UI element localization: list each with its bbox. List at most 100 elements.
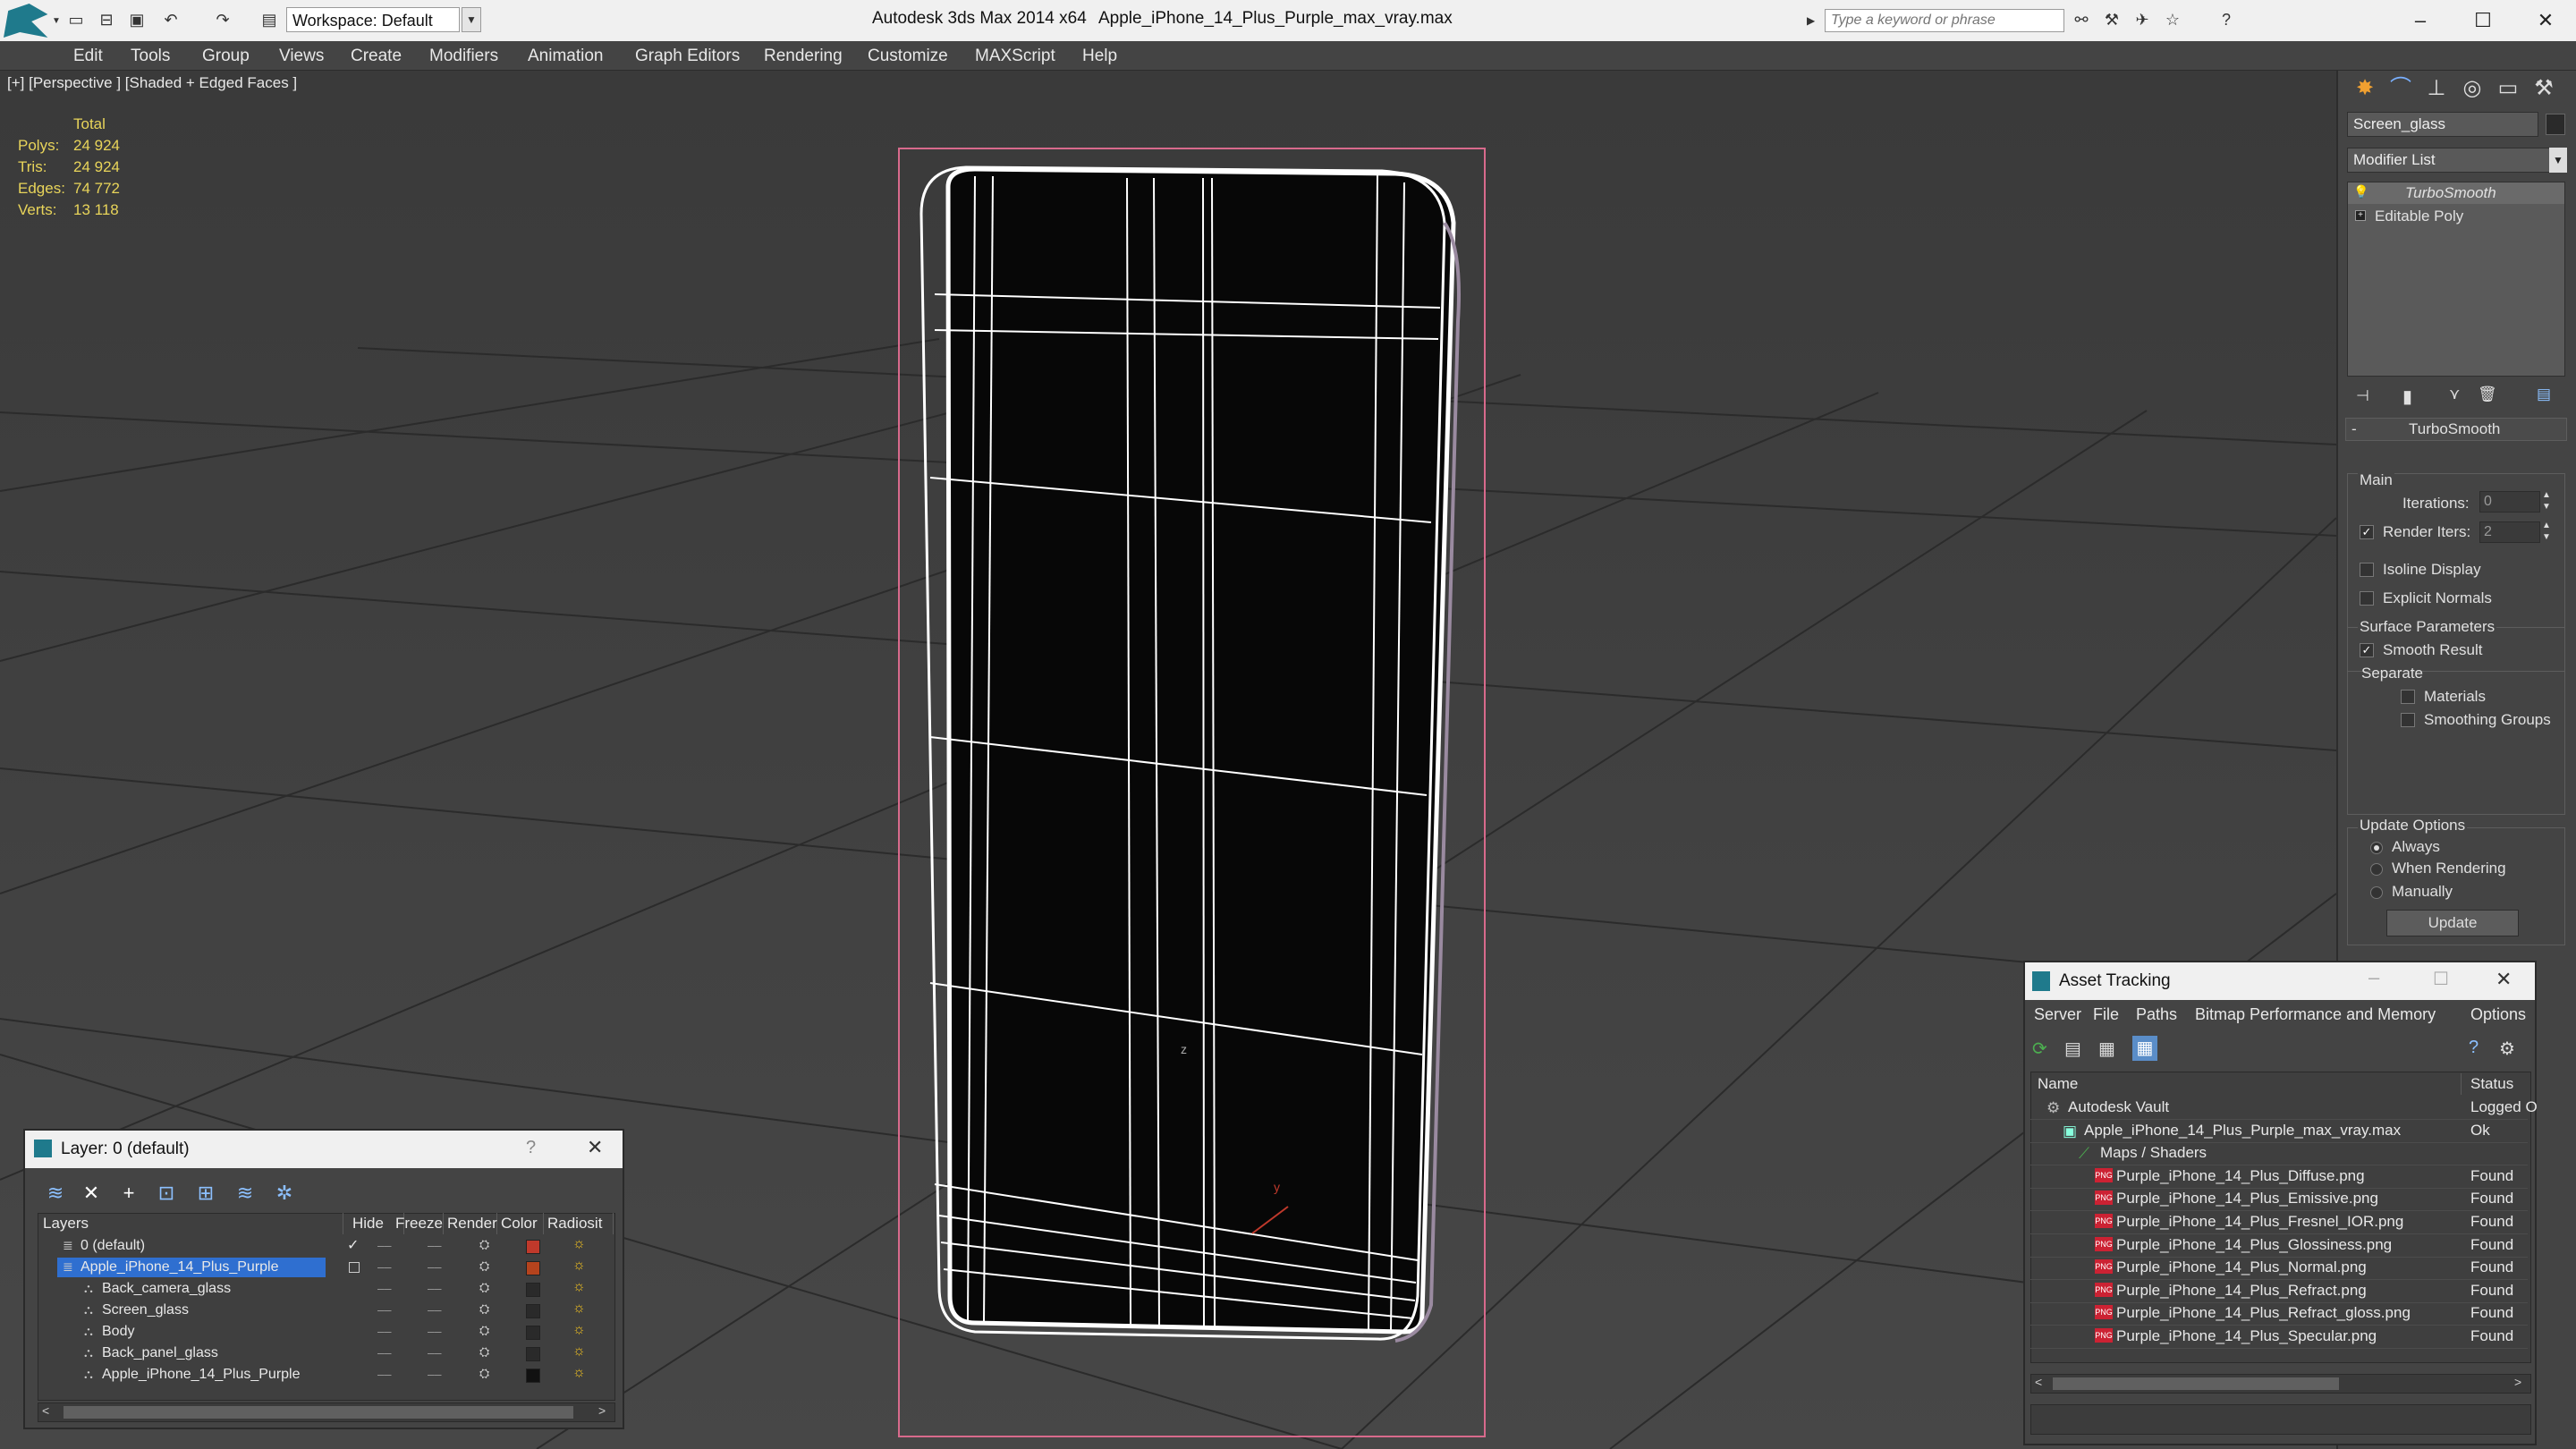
open-file-icon[interactable]: ⊟ [97, 10, 116, 30]
scroll-right-icon[interactable]: > [598, 1403, 606, 1418]
motion-tab-icon[interactable]: ◎ [2456, 72, 2488, 105]
menu-animation[interactable]: Animation [528, 47, 604, 66]
make-unique-icon[interactable]: ⋎ [2449, 386, 2460, 403]
modify-tab-icon[interactable]: ⌒ [2385, 72, 2417, 105]
stack-item-turbosmooth[interactable]: 💡 TurboSmooth [2348, 182, 2564, 204]
object-name-field[interactable]: Screen_glass [2347, 112, 2538, 137]
search-expand-icon[interactable]: ▶ [1807, 11, 1821, 30]
add-to-layer-icon[interactable]: + [116, 1181, 141, 1206]
col-render[interactable]: Render [444, 1213, 497, 1234]
menu-create[interactable]: Create [351, 47, 402, 66]
materials-checkbox[interactable] [2401, 690, 2415, 704]
layer-row[interactable]: ⛬ Apple_iPhone_14_Plus_Purple –– –– ⛭ ☼ [38, 1365, 606, 1386]
asset-row[interactable]: PNG Purple_iPhone_14_Plus_Refract_gloss.p… [2030, 1302, 2528, 1326]
freeze-toggle[interactable]: –– [428, 1238, 442, 1252]
radiosity-icon[interactable]: ☼ [572, 1279, 586, 1295]
lightbulb-icon[interactable]: 💡 [2353, 184, 2368, 199]
menu-help[interactable]: Help [1082, 47, 1117, 66]
render-iters-checkbox[interactable]: ✓ [2360, 525, 2374, 539]
render-teapot-icon[interactable]: ⛭ [479, 1237, 489, 1252]
col-color[interactable]: Color [497, 1213, 544, 1234]
asset-row[interactable]: PNG Purple_iPhone_14_Plus_Fresnel_IOR.png… [2030, 1211, 2528, 1234]
scroll-left-icon[interactable]: < [42, 1403, 49, 1418]
app-menu-arrow-icon[interactable]: ▼ [52, 16, 61, 26]
layer-dialog-titlebar[interactable]: Layer: 0 (default) ? ✕ [25, 1131, 623, 1168]
asset-row[interactable]: PNG Purple_iPhone_14_Plus_Normal.png Found [2030, 1257, 2528, 1281]
asset-scroll-thumb[interactable] [2053, 1377, 2339, 1390]
layer-row[interactable]: ⛬ Back_panel_glass –– –– ⛭ ☼ [38, 1343, 606, 1365]
scroll-thumb[interactable] [64, 1406, 573, 1419]
asset-menu-file[interactable]: File [2093, 1005, 2119, 1024]
asset-path-field[interactable] [2030, 1404, 2531, 1435]
radiosity-icon[interactable]: ☼ [572, 1365, 586, 1381]
layer-color-swatch[interactable] [526, 1368, 540, 1383]
asset-close-icon[interactable]: ✕ [2496, 968, 2512, 991]
asset-row[interactable]: PNG Purple_iPhone_14_Plus_Emissive.png Fou… [2030, 1188, 2528, 1212]
layer-color-swatch[interactable] [526, 1283, 540, 1297]
hide-toggle[interactable]: –– [377, 1302, 392, 1317]
binoculars-icon[interactable]: ⚯ [2072, 10, 2091, 30]
expand-icon[interactable]: + [2355, 210, 2366, 221]
undo-icon[interactable]: ↶ [161, 10, 181, 30]
smooth-result-checkbox[interactable]: ✓ [2360, 643, 2374, 657]
workspace-dropdown[interactable]: Workspace: Default [286, 7, 460, 32]
asset-menu-paths[interactable]: Paths [2136, 1005, 2177, 1024]
col-name[interactable]: Name [2032, 1073, 2462, 1095]
layer-color-swatch[interactable] [526, 1304, 540, 1318]
asset-row[interactable]: ▣ Apple_iPhone_14_Plus_Purple_max_vray.ma… [2030, 1120, 2528, 1143]
layer-row[interactable]: ≣ 0 (default) ✓ –– –– ⛭ ☼ [38, 1236, 606, 1258]
collapse-icon[interactable]: - [2351, 420, 2357, 438]
configure-sets-icon[interactable]: ▤ [2537, 386, 2551, 403]
explicit-normals-checkbox[interactable] [2360, 591, 2374, 606]
menu-tools[interactable]: Tools [131, 47, 170, 66]
iterations-input[interactable]: 0 [2479, 491, 2540, 513]
render-teapot-icon[interactable]: ⛭ [479, 1366, 489, 1381]
freeze-toggle[interactable]: –– [428, 1345, 442, 1360]
asset-scroll-right-icon[interactable]: > [2514, 1375, 2521, 1389]
subscription-icon[interactable]: ⚒ [2102, 10, 2122, 30]
iterations-spinner-icon[interactable]: ▲ ▼ [2542, 489, 2551, 513]
freeze-toggle[interactable]: –– [428, 1324, 442, 1338]
isoline-checkbox[interactable] [2360, 563, 2374, 577]
asset-help-icon[interactable]: ? [2469, 1038, 2479, 1058]
asset-menu-server[interactable]: Server [2034, 1005, 2081, 1024]
render-iters-input[interactable]: 2 [2479, 521, 2540, 543]
menu-graph-editors[interactable]: Graph Editors [635, 47, 740, 66]
list-view-icon[interactable]: ▤ [2064, 1038, 2081, 1060]
freeze-toggle[interactable]: –– [428, 1259, 442, 1274]
col-radiosity[interactable]: Radiosit [544, 1213, 614, 1234]
show-end-result-icon[interactable]: ▮ [2402, 386, 2412, 408]
hide-toggle[interactable]: –– [377, 1324, 392, 1338]
col-layers[interactable]: Layers [39, 1213, 343, 1234]
table-view-icon[interactable]: ▦ [2132, 1036, 2157, 1061]
render-teapot-icon[interactable]: ⛭ [479, 1323, 489, 1338]
asset-h-scrollbar[interactable]: < > [2030, 1374, 2531, 1394]
asset-menu-bitmap[interactable]: Bitmap Performance and Memory [2195, 1005, 2436, 1024]
update-button[interactable]: Update [2386, 910, 2519, 936]
modifier-list-arrow-icon[interactable]: ▼ [2549, 148, 2567, 173]
asset-row[interactable]: ⟋ Maps / Shaders [2030, 1142, 2528, 1166]
maximize-icon[interactable]: ☐ [2456, 4, 2510, 38]
asset-minimize-icon[interactable]: – [2368, 966, 2379, 989]
radiosity-icon[interactable]: ☼ [572, 1301, 586, 1317]
viewport-label[interactable]: [+] [Perspective ] [Shaded + Edged Faces… [7, 74, 297, 92]
object-color-swatch[interactable] [2546, 114, 2565, 135]
hide-toggle[interactable]: –– [377, 1238, 392, 1252]
hide-toggle[interactable]: –– [377, 1281, 392, 1295]
radiosity-icon[interactable]: ☼ [572, 1236, 586, 1252]
radiosity-icon[interactable]: ☼ [572, 1258, 586, 1274]
layer-row[interactable]: ≣ Apple_iPhone_14_Plus_Purple –– –– ⛭ ☼ [38, 1258, 606, 1279]
menu-views[interactable]: Views [279, 47, 324, 66]
workspace-dropdown-arrow-icon[interactable]: ▼ [462, 7, 481, 32]
create-tab-icon[interactable]: ✸ [2349, 72, 2381, 105]
display-tab-icon[interactable]: ▭ [2492, 72, 2524, 105]
utilities-tab-icon[interactable]: ⚒ [2528, 72, 2560, 105]
asset-row[interactable]: PNG Purple_iPhone_14_Plus_Glossiness.png F… [2030, 1234, 2528, 1258]
hide-all-icon[interactable]: ≋ [233, 1181, 258, 1206]
asset-maximize-icon[interactable]: ☐ [2433, 968, 2449, 990]
current-layer-check-icon[interactable]: ✓ [347, 1236, 359, 1254]
set-current-checkbox[interactable] [349, 1262, 360, 1273]
render-teapot-icon[interactable]: ⛭ [479, 1258, 489, 1274]
search-input[interactable] [1825, 9, 2064, 32]
hide-toggle[interactable]: –– [377, 1259, 392, 1274]
